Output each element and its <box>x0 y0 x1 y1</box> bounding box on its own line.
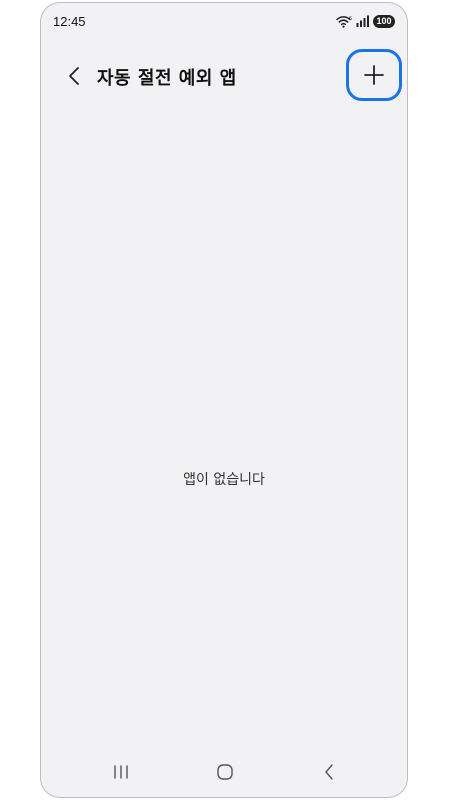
status-icons: 6 100 <box>336 13 395 29</box>
nav-back-button[interactable] <box>314 757 344 787</box>
recent-apps-button[interactable] <box>106 757 136 787</box>
chevron-left-icon <box>69 67 79 85</box>
page-title: 자동 절전 예외 앱 <box>97 68 237 89</box>
home-button[interactable] <box>210 757 240 787</box>
back-button[interactable] <box>61 63 87 89</box>
home-icon <box>217 764 233 780</box>
battery-indicator: 100 <box>373 14 395 28</box>
wifi-icon: 6 <box>336 16 352 28</box>
app-bar: 자동 절전 예외 앱 <box>41 47 407 107</box>
phone-screen: 12:45 6 100 자동 절전 예외 앱 앱이 없습니다 <box>40 2 408 798</box>
svg-text:6: 6 <box>349 16 352 22</box>
plus-icon <box>364 65 384 85</box>
signal-icon <box>356 15 369 27</box>
recent-apps-icon <box>114 765 128 779</box>
back-icon <box>325 764 333 780</box>
empty-state-message: 앱이 없습니다 <box>183 472 265 488</box>
navigation-bar <box>41 747 407 797</box>
status-time: 12:45 <box>53 14 86 29</box>
add-app-button[interactable] <box>346 49 402 101</box>
status-bar: 12:45 6 100 <box>41 3 407 39</box>
